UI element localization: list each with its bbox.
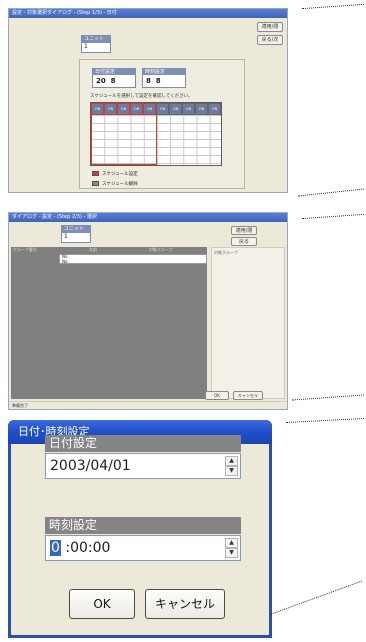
leader-line — [286, 417, 364, 424]
legend-label: スケジュール解除 — [102, 182, 138, 187]
hour-selected: 0 — [50, 540, 61, 556]
date-value: 2003/04/01 — [50, 458, 131, 474]
datetime-dialog: 日付･時刻設定 日付設定 2003/04/01 ▲ ▼ 時刻設定 0 :00:0… — [8, 420, 272, 638]
column-header: 名前 — [89, 247, 97, 252]
legend-item-clear: スケジュール解除 — [92, 181, 138, 187]
status-bar: 準備完了 — [9, 401, 287, 409]
minute-value: 8 — [155, 77, 161, 85]
cancel-button[interactable]: キャンセル — [145, 589, 225, 619]
spin-down-icon[interactable]: ▼ — [225, 548, 238, 558]
column-header: 対象グループ — [149, 247, 173, 252]
date-setting-label: 日付設定 — [93, 69, 135, 75]
group-list-area[interactable] — [11, 247, 207, 399]
grid-header: ON ON ON ON ON ON ON ON ON ON — [91, 103, 221, 115]
cancel-button[interactable]: キャンセル — [233, 391, 263, 400]
column-header: グループ番号 — [13, 247, 37, 252]
time-group: 時刻設定 0 :00:00 ▲ ▼ — [45, 517, 241, 561]
unit-selector[interactable]: ユニット 1 — [81, 35, 111, 53]
unit-value: 1 — [64, 233, 68, 240]
time-setting-box[interactable]: 時刻設定 8 8 — [142, 68, 186, 88]
time-rest: :00:00 — [60, 540, 111, 556]
grid-column[interactable]: ON — [143, 103, 156, 115]
legend-label: スケジュール設定 — [102, 172, 138, 177]
instruction-text: スケジュールを選択して設定を確認してください。 — [90, 94, 193, 99]
apply-button[interactable]: 適用/閉 — [231, 226, 257, 235]
table-row[interactable]: No. — [60, 259, 206, 265]
schedule-panel: 日付設定 20 8 時刻設定 8 8 スケジュールを選択して設定を確認してくださ… — [79, 59, 245, 189]
leader-line — [302, 213, 364, 220]
grid-column[interactable]: ON — [169, 103, 182, 115]
unit-selector[interactable]: ユニット 1 — [61, 225, 91, 243]
grid-column[interactable]: ON — [156, 103, 169, 115]
spin-down-icon[interactable]: ▼ — [225, 466, 238, 476]
unit-label: ユニット — [62, 226, 90, 233]
apply-button[interactable]: 適用/閉 — [257, 22, 283, 32]
time-field[interactable]: 0 :00:00 ▲ ▼ — [45, 535, 241, 561]
ok-button[interactable]: OK — [205, 391, 229, 400]
time-label: 時刻設定 — [45, 517, 241, 534]
group-rows[interactable]: No. No. — [59, 254, 207, 264]
window-title: ダイアログ - 設定 - (Step 2/3) - 選択 — [9, 213, 287, 222]
leader-line — [302, 3, 364, 10]
legend-item-set: スケジュール設定 — [92, 171, 138, 177]
group-window: ダイアログ - 設定 - (Step 2/3) - 選択 適用/閉 戻る ユニッ… — [8, 212, 288, 410]
unit-label: ユニット — [82, 36, 110, 43]
ok-button[interactable]: OK — [69, 589, 135, 619]
grid-cells[interactable] — [91, 115, 221, 165]
hour-value: 8 — [146, 77, 151, 85]
grid-column[interactable]: ON — [182, 103, 195, 115]
time-spinner[interactable]: ▲ ▼ — [225, 538, 238, 558]
time-setting-label: 時刻設定 — [143, 69, 185, 75]
date-setting-box[interactable]: 日付設定 20 8 — [92, 68, 136, 88]
spin-up-icon[interactable]: ▲ — [225, 538, 238, 548]
grid-column[interactable]: ON — [195, 103, 208, 115]
date-field[interactable]: 2003/04/01 ▲ ▼ — [45, 453, 241, 479]
grid-column[interactable]: ON — [117, 103, 130, 115]
window-title: 設定 - 対象選択ダイアログ - (Step 1/3) - 日付 — [9, 9, 287, 18]
target-panel: 対象グループ — [211, 247, 285, 399]
grid-column[interactable]: ON — [208, 103, 221, 115]
date-spinner[interactable]: ▲ ▼ — [225, 456, 238, 476]
legend-swatch-icon — [92, 171, 99, 176]
month-value: 8 — [110, 77, 116, 85]
selection-frame — [91, 115, 157, 165]
unit-value: 1 — [84, 43, 88, 50]
schedule-grid[interactable]: ON ON ON ON ON ON ON ON ON ON — [90, 102, 222, 166]
spin-up-icon[interactable]: ▲ — [225, 456, 238, 466]
leader-line — [298, 188, 364, 197]
date-group: 日付設定 2003/04/01 ▲ ▼ — [45, 435, 241, 479]
next-button[interactable]: 戻る/次 — [257, 35, 283, 45]
legend-swatch-icon — [92, 181, 99, 186]
grid-column[interactable]: ON — [91, 103, 104, 115]
leader-line — [292, 394, 364, 401]
back-button[interactable]: 戻る — [231, 237, 257, 246]
grid-column[interactable]: ON — [130, 103, 143, 115]
target-panel-header: 対象グループ — [214, 250, 238, 255]
leader-line — [269, 580, 363, 615]
date-label: 日付設定 — [45, 435, 241, 452]
schedule-window: 設定 - 対象選択ダイアログ - (Step 1/3) - 日付 適用/閉 戻る… — [8, 8, 288, 193]
grid-column[interactable]: ON — [104, 103, 117, 115]
date-value: 20 — [96, 77, 106, 85]
